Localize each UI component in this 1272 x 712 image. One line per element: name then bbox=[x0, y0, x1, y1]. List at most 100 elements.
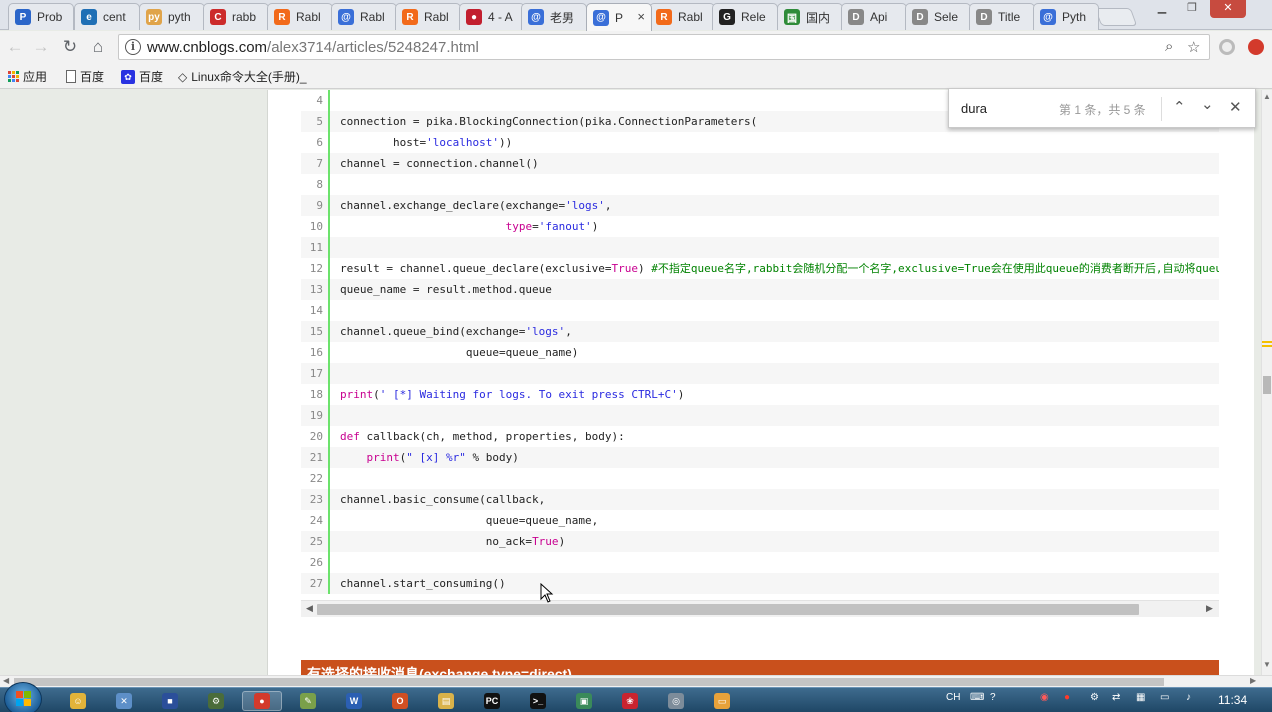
home-icon[interactable]: ⌂ bbox=[87, 36, 109, 58]
tab-close-icon[interactable]: × bbox=[637, 9, 645, 24]
taskbar-app-button[interactable]: ☺ bbox=[58, 691, 98, 711]
back-arrow-icon[interactable]: ← bbox=[4, 36, 26, 58]
restore-icon[interactable]: ❐ bbox=[1180, 0, 1204, 18]
reload-icon[interactable]: ↻ bbox=[59, 36, 81, 58]
tab-10[interactable]: @ P × bbox=[586, 3, 652, 31]
scrollbar-thumb[interactable] bbox=[1263, 376, 1271, 394]
taskbar-clock[interactable]: 11:34 bbox=[1218, 693, 1247, 707]
monitor-icon[interactable]: ▭ bbox=[1160, 692, 1169, 703]
scroll-up-icon[interactable]: ▲ bbox=[1263, 92, 1271, 101]
scrollbar-thumb[interactable] bbox=[14, 678, 1164, 686]
code-text[interactable]: no_ack=True) bbox=[340, 531, 566, 552]
code-text[interactable]: channel.exchange_declare(exchange='logs'… bbox=[340, 195, 612, 216]
taskbar-app-button[interactable]: O bbox=[380, 691, 420, 711]
security-icon[interactable]: ◉ bbox=[1040, 692, 1049, 703]
taskbar-app-button[interactable]: ⚙ bbox=[196, 691, 236, 711]
taskbar-app-button[interactable]: ▣ bbox=[564, 691, 604, 711]
taskbar-app-button[interactable]: W bbox=[334, 691, 374, 711]
address-bar[interactable]: i www.cnblogs.com/alex3714/articles/5248… bbox=[118, 34, 1210, 60]
code-text[interactable]: queue=queue_name, bbox=[340, 510, 599, 531]
gutter-bar bbox=[328, 510, 330, 531]
code-text[interactable]: channel = connection.channel() bbox=[340, 153, 539, 174]
tab-2[interactable]: e cent bbox=[74, 3, 140, 30]
bookmark-apps[interactable]: 应用 bbox=[8, 68, 47, 85]
tab-title: Rabl bbox=[296, 10, 321, 24]
new-tab-button[interactable] bbox=[1094, 8, 1138, 26]
page-horizontal-scrollbar[interactable]: ◀ ▶ bbox=[0, 675, 1272, 687]
forward-arrow-icon[interactable]: → bbox=[30, 36, 52, 58]
code-text[interactable]: channel.start_consuming() bbox=[340, 573, 506, 594]
code-text[interactable]: result = channel.queue_declare(exclusive… bbox=[340, 258, 1219, 279]
tab-8[interactable]: ● 4 - A bbox=[459, 3, 525, 30]
settings-icon[interactable]: ⚙ bbox=[1090, 692, 1099, 703]
taskbar-app-button[interactable]: ◎ bbox=[656, 691, 696, 711]
taskbar-app-button[interactable]: ✕ bbox=[104, 691, 144, 711]
find-previous-icon[interactable]: ⌃ bbox=[1173, 98, 1186, 116]
taskbar-app-button[interactable]: ▭ bbox=[702, 691, 742, 711]
tab-13[interactable]: 国国内 bbox=[777, 3, 843, 30]
code-text[interactable]: print(" [x] %r" % body) bbox=[340, 447, 519, 468]
tab-title: 国内 bbox=[806, 10, 831, 25]
extension-ring-icon[interactable] bbox=[1219, 39, 1235, 55]
network-tray-icon[interactable]: ▦ bbox=[1136, 692, 1145, 703]
scroll-right-icon[interactable]: ▶ bbox=[1250, 676, 1256, 685]
scroll-left-icon[interactable]: ◀ bbox=[3, 676, 9, 685]
scroll-left-icon[interactable]: ◀ bbox=[306, 603, 313, 614]
find-input[interactable]: dura bbox=[961, 101, 987, 116]
tab-6[interactable]: @ Rabl bbox=[331, 3, 397, 30]
code-horizontal-scrollbar[interactable]: ◀ ▶ bbox=[301, 600, 1219, 617]
start-button[interactable] bbox=[4, 682, 42, 712]
tab-1[interactable]: P Prob bbox=[8, 3, 74, 30]
tab-12[interactable]: G Rele bbox=[712, 3, 778, 30]
info-icon[interactable]: i bbox=[125, 39, 141, 55]
tab-4[interactable]: Crabb bbox=[203, 3, 269, 30]
scroll-right-icon[interactable]: ▶ bbox=[1206, 603, 1213, 614]
taskbar-app-button[interactable]: PC bbox=[472, 691, 512, 711]
code-text[interactable]: queue_name = result.method.queue bbox=[340, 279, 552, 300]
close-window-icon[interactable]: ✕ bbox=[1210, 0, 1246, 18]
taskbar-app-button[interactable]: ✎ bbox=[288, 691, 328, 711]
record-icon[interactable]: ● bbox=[1064, 692, 1070, 703]
bookmark-baidu-1[interactable]: 百度 bbox=[66, 68, 104, 85]
tab-14[interactable]: D Api bbox=[841, 3, 907, 30]
scrollbar-thumb[interactable] bbox=[317, 604, 1139, 615]
tab-11[interactable]: R Rabl bbox=[649, 3, 715, 30]
taskbar-app-button[interactable]: ● bbox=[242, 691, 282, 711]
tab-17[interactable]: @ Pyth bbox=[1033, 3, 1099, 30]
code-text[interactable]: channel.queue_bind(exchange='logs', bbox=[340, 321, 572, 342]
code-text[interactable]: def callback(ch, method, properties, bod… bbox=[340, 426, 625, 447]
taskbar-app-button[interactable]: ■ bbox=[150, 691, 190, 711]
scroll-down-icon[interactable]: ▼ bbox=[1263, 660, 1271, 669]
tab-7[interactable]: R Rabl bbox=[395, 3, 461, 30]
volume-icon[interactable]: ♪ bbox=[1186, 692, 1191, 703]
code-text[interactable]: type='fanout') bbox=[340, 216, 599, 237]
find-close-icon[interactable]: ✕ bbox=[1229, 98, 1242, 116]
input-language[interactable]: CH bbox=[946, 692, 960, 703]
bookmark-baidu-2[interactable]: ✿ 百度 bbox=[121, 68, 163, 85]
tab-3[interactable]: py pyth bbox=[139, 3, 205, 30]
bookmark-linux[interactable]: ◇ Linux命令大全(手册)_ bbox=[178, 68, 307, 85]
taskbar-app-button[interactable]: ❀ bbox=[610, 691, 650, 711]
tab-15[interactable]: D Sele bbox=[905, 3, 971, 30]
url-text[interactable]: www.cnblogs.com/alex3714/articles/524824… bbox=[147, 39, 479, 56]
keyboard-icon[interactable]: ⌨ bbox=[970, 692, 984, 703]
sync-icon[interactable]: ⇄ bbox=[1112, 692, 1120, 703]
code-text[interactable]: connection = pika.BlockingConnection(pik… bbox=[340, 111, 757, 132]
extension-adblock-icon[interactable] bbox=[1248, 39, 1264, 55]
tab-5[interactable]: R Rabl bbox=[267, 3, 333, 30]
minimize-icon[interactable]: ▁ bbox=[1150, 0, 1174, 18]
find-next-icon[interactable]: ⌄ bbox=[1201, 95, 1214, 113]
help-icon[interactable]: ? bbox=[990, 692, 996, 703]
code-block[interactable]: 4 5 connection = pika.BlockingConnection(p… bbox=[301, 90, 1219, 600]
code-text[interactable]: channel.basic_consume(callback, bbox=[340, 489, 545, 510]
tab-16[interactable]: D Title bbox=[969, 3, 1035, 30]
tab-9[interactable]: @ 老男 bbox=[521, 3, 587, 30]
code-text[interactable]: print(' [*] Waiting for logs. To exit pr… bbox=[340, 384, 684, 405]
taskbar-app-button[interactable]: ▤ bbox=[426, 691, 466, 711]
code-text[interactable]: host='localhost')) bbox=[340, 132, 512, 153]
zoom-search-icon[interactable]: ⌕ bbox=[1165, 38, 1173, 55]
bookmark-star-icon[interactable]: ☆ bbox=[1187, 38, 1200, 56]
taskbar-app-button[interactable]: >_ bbox=[518, 691, 558, 711]
code-text[interactable]: queue=queue_name) bbox=[340, 342, 579, 363]
page-vertical-scrollbar[interactable]: ▲ ▼ bbox=[1261, 90, 1272, 675]
